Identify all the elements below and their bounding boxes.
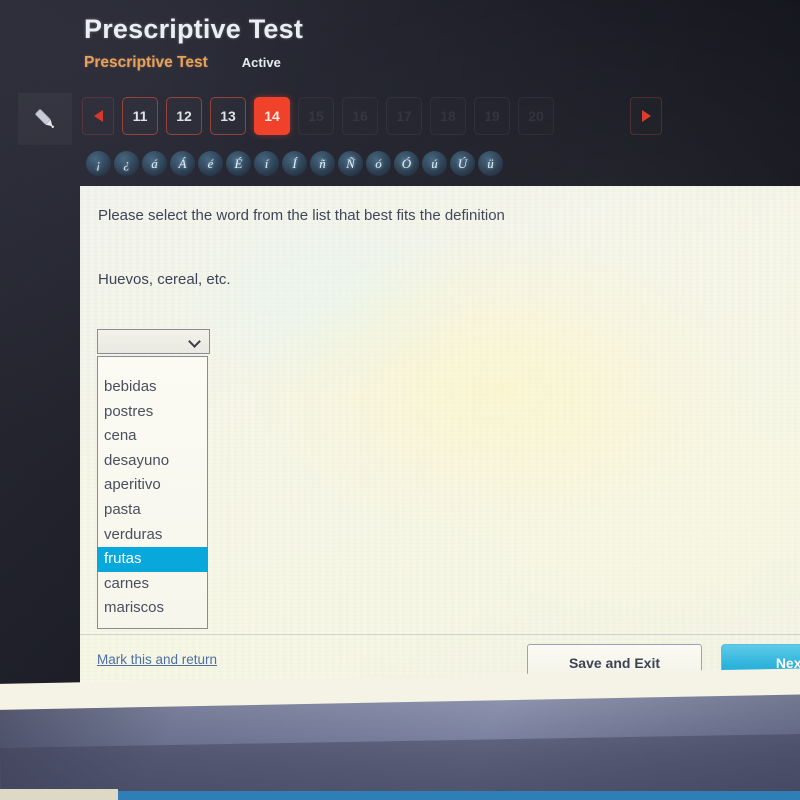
status-badge: Active: [241, 55, 281, 70]
question-card: Please select the word from the list tha…: [80, 186, 800, 692]
option-postres[interactable]: postres: [98, 400, 207, 425]
accent-char-e-acute-upper[interactable]: É: [226, 151, 251, 176]
question-definition: Huevos, cereal, etc.: [98, 271, 231, 288]
monitor-bezel: [0, 667, 800, 800]
page-header: Prescriptive Test Prescriptive Test Acti…: [84, 14, 303, 72]
screenshot-photo: Prescriptive Test Prescriptive Test Acti…: [0, 0, 800, 800]
accent-char-o-acute-lower[interactable]: ó: [366, 151, 391, 176]
option-desayuno[interactable]: desayuno: [98, 449, 207, 474]
accent-char-a-acute-lower[interactable]: á: [142, 151, 167, 176]
question-tab-11[interactable]: 11: [122, 97, 158, 135]
accent-char-n-tilde-upper[interactable]: Ñ: [338, 151, 363, 176]
question-number-list: 11 12 13 14 15 16 17 18 19 20: [82, 97, 554, 135]
option-cena[interactable]: cena: [98, 424, 207, 449]
pencil-icon: [35, 109, 54, 128]
question-tab-12[interactable]: 12: [166, 97, 202, 135]
breadcrumb-test-name: Prescriptive Test: [84, 54, 208, 71]
footer-divider: [80, 634, 800, 635]
accent-char-e-acute-lower[interactable]: é: [198, 151, 223, 176]
option-aperitivo[interactable]: aperitivo: [98, 473, 207, 498]
option-carnes[interactable]: carnes: [98, 572, 207, 597]
question-tab-13[interactable]: 13: [210, 97, 246, 135]
question-prompt: Please select the word from the list tha…: [98, 207, 505, 224]
mark-and-return-link[interactable]: Mark this and return: [97, 652, 217, 667]
accent-char-i-acute-lower[interactable]: í: [254, 151, 279, 176]
prev-question-button[interactable]: [82, 97, 114, 135]
chevron-down-icon: [190, 336, 201, 347]
question-tab-14[interactable]: 14: [254, 97, 290, 135]
accent-char-u-acute-upper[interactable]: Ú: [450, 151, 475, 176]
option-frutas[interactable]: frutas: [97, 547, 208, 572]
next-question-button[interactable]: [630, 97, 662, 135]
word-select-dropdown[interactable]: [97, 329, 210, 354]
accent-char-inverted-exclamation[interactable]: ¡: [86, 151, 111, 176]
question-tab-18[interactable]: 18: [430, 97, 466, 135]
accent-char-o-acute-upper[interactable]: Ó: [394, 151, 419, 176]
next-question-button-wrap: [630, 97, 662, 135]
accent-char-a-acute-upper[interactable]: Á: [170, 151, 195, 176]
accent-char-inverted-question[interactable]: ¿: [114, 151, 139, 176]
chevron-left-icon: [93, 110, 103, 122]
option-pasta[interactable]: pasta: [98, 498, 207, 523]
question-tab-19[interactable]: 19: [474, 97, 510, 135]
option-mariscos[interactable]: mariscos: [98, 596, 207, 621]
question-tab-15[interactable]: 15: [298, 97, 334, 135]
question-nav-strip: 11 12 13 14 15 16 17 18 19 20: [0, 93, 800, 145]
question-tab-17[interactable]: 17: [386, 97, 422, 135]
option-bebidas[interactable]: bebidas: [98, 375, 207, 400]
accent-character-bar: ¡ ¿ á Á é É í Í ñ Ñ ó Ó ú Ú ü: [86, 151, 503, 176]
question-tab-20[interactable]: 20: [518, 97, 554, 135]
taskbar-strip-left: [0, 789, 118, 800]
header-subrow: Prescriptive Test Active: [84, 54, 303, 72]
accent-char-i-acute-upper[interactable]: Í: [282, 151, 307, 176]
option-verduras[interactable]: verduras: [98, 523, 207, 548]
pencil-tool-button[interactable]: [18, 93, 72, 145]
accent-char-u-diaeresis-lower[interactable]: ü: [478, 151, 503, 176]
accent-char-u-acute-lower[interactable]: ú: [422, 151, 447, 176]
accent-char-n-tilde-lower[interactable]: ñ: [310, 151, 335, 176]
taskbar-strip-right: [118, 791, 800, 800]
question-tab-16[interactable]: 16: [342, 97, 378, 135]
dropdown-option-list[interactable]: bebidas postres cena desayuno aperitivo …: [97, 356, 208, 629]
chevron-right-icon: [641, 110, 651, 122]
page-title: Prescriptive Test: [84, 14, 304, 44]
